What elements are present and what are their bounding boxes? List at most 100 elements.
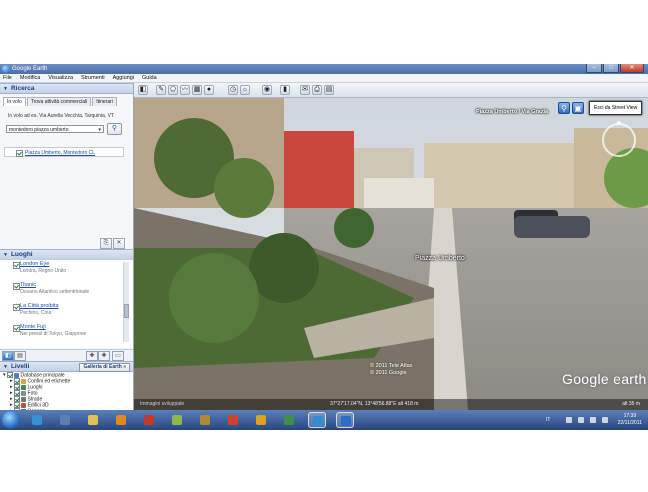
result-checkbox[interactable] (16, 150, 23, 157)
menu-strumenti[interactable]: Strumenti (81, 74, 105, 82)
print-icon[interactable]: ⎙ (312, 85, 322, 95)
media-icon (60, 415, 70, 425)
taskbar-tools-button[interactable] (196, 412, 214, 428)
coordinates-readout: 37°27'17.04"N, 13°48'56.88"E alt 418 m (330, 401, 419, 407)
clock[interactable]: 17:39 22/11/2011 (618, 413, 642, 427)
copy-icon[interactable]: ⎘ (100, 238, 112, 249)
flag-icon[interactable] (566, 417, 572, 423)
language-indicator[interactable]: IT (546, 417, 550, 423)
battery-icon[interactable] (590, 417, 596, 423)
taskbar: IT 17:39 22/11/2011 (0, 410, 648, 430)
sidebar-toggle-icon[interactable]: ◧ (138, 85, 148, 95)
collapse-triangle-icon: ▼ (3, 86, 8, 92)
search-hint: In volo ad es. Via Aurelia Vecchia, Tarq… (8, 113, 114, 119)
menu-modifica[interactable]: Modifica (20, 74, 40, 82)
path-icon[interactable]: 〰 (180, 85, 190, 95)
taskbar-folder-button[interactable] (84, 412, 102, 428)
move-down-icon[interactable]: ✚ (98, 351, 110, 361)
search-tabs: In volo Trova attività commerciali Itine… (3, 97, 133, 106)
layers-header-wrap: ▼ Livelli Galleria di Earth » (0, 361, 133, 372)
record-tour-icon[interactable]: ● (204, 85, 214, 95)
place-checkbox[interactable] (13, 262, 20, 269)
place-description: Nei pressi di Tokyo, Giappone (20, 331, 87, 337)
ruler-icon[interactable]: ▮ (280, 85, 290, 95)
taskbar-app-r-button[interactable] (224, 412, 242, 428)
panel-icon[interactable]: ▤ (14, 351, 26, 361)
move-up-icon[interactable]: ✚ (86, 351, 98, 361)
start-button[interactable] (2, 411, 20, 429)
list-item[interactable]: London Eye Londra, Regno Unito (0, 261, 133, 274)
taskbar-media-button[interactable] (56, 412, 74, 428)
list-item[interactable]: La Città proibita Pechino, Cina (0, 303, 133, 316)
list-item[interactable]: Titanic Oceano Atlantico settentrionale (0, 282, 133, 295)
polygon-icon[interactable]: ⬠ (168, 85, 178, 95)
place-checkbox[interactable] (13, 283, 20, 290)
minimize-button[interactable]: – (586, 64, 602, 73)
tab-fly-to[interactable]: In volo (3, 97, 26, 106)
clear-icon[interactable]: ✕ (113, 238, 125, 249)
app-r-icon (228, 415, 238, 425)
media-player-icon (116, 415, 126, 425)
historical-imagery-icon[interactable]: ◷ (228, 85, 238, 95)
search-header[interactable]: ▼ Ricerca (0, 83, 133, 94)
menu-file[interactable]: File (3, 74, 12, 82)
maximize-button[interactable]: □ (603, 64, 619, 73)
place-checkbox[interactable] (13, 304, 20, 311)
layers-header[interactable]: ▼ Livelli Galleria di Earth » (0, 361, 133, 372)
tab-find-businesses[interactable]: Trova attività commerciali (26, 97, 92, 106)
ground-view-icon[interactable]: ▣ (572, 102, 584, 114)
dropdown-arrow-icon[interactable]: ▾ (98, 126, 101, 134)
scrollbar-thumb[interactable] (124, 304, 129, 318)
taskbar-internet-explorer-button[interactable] (28, 412, 46, 428)
map-icon[interactable]: ▤ (324, 85, 334, 95)
street-view-controls: ⚲ ▣ (558, 102, 584, 114)
list-item[interactable]: Monte Fuji Nei pressi di Tokyo, Giappone (0, 324, 133, 337)
clock-time: 17:39 (623, 413, 637, 419)
place-description: Londra, Regno Unito (20, 268, 67, 274)
navigation-compass[interactable] (602, 121, 636, 157)
placemark-icon[interactable]: ✎ (156, 85, 166, 95)
volume-icon[interactable] (602, 417, 608, 423)
taskbar-music-button[interactable] (140, 412, 158, 428)
place-name[interactable]: Monte Fuji (20, 324, 133, 331)
clock-date: 22/11/2011 (617, 420, 642, 426)
taskbar-media-player-button[interactable] (112, 412, 130, 428)
tab-directions[interactable]: Itinerari (92, 97, 117, 106)
place-name[interactable]: Titanic (20, 282, 133, 289)
taskbar-skype-button[interactable] (308, 412, 326, 428)
menu-guida[interactable]: Guida (142, 74, 157, 82)
taskbar-google-earth-task-button[interactable] (336, 412, 354, 428)
pegman-icon[interactable]: ⚲ (558, 102, 570, 114)
copyright: © 2011 Tele Atlas © 2011 Google (370, 363, 412, 377)
earth-gallery-button[interactable]: Galleria di Earth » (79, 363, 130, 372)
search-row: montedoro piazza umberto ▾ ⚲ (6, 123, 133, 135)
taskbar-paint-button[interactable] (168, 412, 186, 428)
network-icon[interactable] (578, 417, 584, 423)
menu-visualizza[interactable]: Visualizza (48, 74, 73, 82)
search-input[interactable]: montedoro piazza umberto ▾ (6, 125, 104, 133)
search-result-label[interactable]: Piazza Umberto, Montedoro CL (25, 150, 95, 156)
street-view[interactable]: Piazza Umberto / Via Grazia ⚲ ▣ Esci da … (134, 98, 648, 410)
sidebar-toggle-icon[interactable]: ◧ (2, 351, 14, 361)
close-button[interactable]: ✕ (620, 64, 644, 73)
planet-icon[interactable]: ◉ (262, 85, 272, 95)
search-input-value: montedoro piazza umberto (9, 127, 69, 133)
imagery-credit: Immagini sviluppate (140, 401, 185, 407)
exit-street-view-button[interactable]: Esci da Street View (589, 101, 643, 115)
overlay-icon[interactable]: ▦ (192, 85, 202, 95)
folder-icon[interactable]: ▭ (112, 351, 124, 361)
sun-icon[interactable]: ☼ (240, 85, 250, 95)
copyright-line: © 2011 Tele Atlas (370, 363, 413, 369)
search-button[interactable]: ⚲ (107, 123, 122, 135)
search-result-item[interactable]: Piazza Umberto, Montedoro CL (4, 147, 124, 157)
taskbar-messenger-button[interactable] (280, 412, 298, 428)
street-view-location: Piazza Umberto / Via Grazia (476, 109, 549, 115)
taskbar-chrome-button[interactable] (252, 412, 270, 428)
email-icon[interactable]: ✉ (300, 85, 310, 95)
place-checkbox[interactable] (13, 325, 20, 332)
place-name[interactable]: London Eye (20, 261, 133, 268)
places-scrollbar[interactable] (123, 262, 129, 342)
place-name[interactable]: La Città proibita (20, 303, 133, 310)
menu-aggiungi[interactable]: Aggiungi (113, 74, 134, 82)
north-indicator-icon[interactable] (617, 121, 621, 125)
